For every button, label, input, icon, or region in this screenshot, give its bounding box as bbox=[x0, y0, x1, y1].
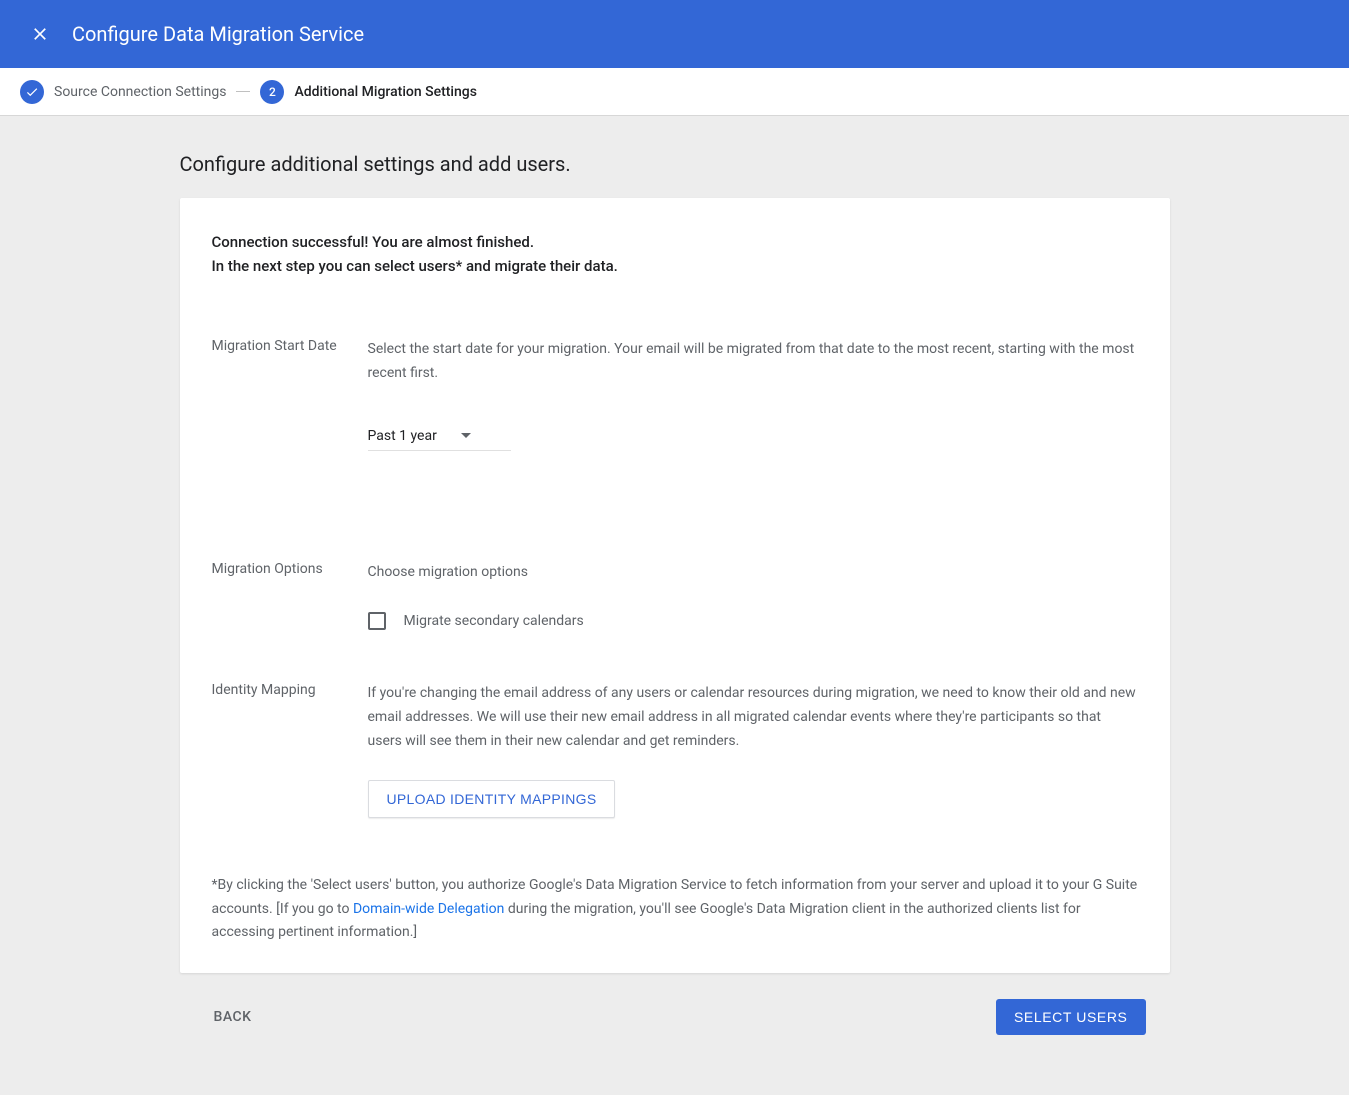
stepper: Source Connection Settings 2 Additional … bbox=[0, 68, 1349, 116]
step-source-connection[interactable]: Source Connection Settings bbox=[20, 80, 226, 104]
options-description: Choose migration options bbox=[368, 561, 1138, 585]
section-label: Migration Start Date bbox=[212, 338, 368, 451]
step-number-badge: 2 bbox=[260, 80, 284, 104]
close-button[interactable] bbox=[20, 14, 60, 54]
step-label: Source Connection Settings bbox=[54, 84, 226, 100]
section-identity-mapping: Identity Mapping If you're changing the … bbox=[212, 682, 1138, 817]
intro-line-2: In the next step you can select users* a… bbox=[212, 254, 1138, 278]
migrate-secondary-calendars-checkbox[interactable] bbox=[368, 612, 386, 630]
select-users-button[interactable]: SELECT USERS bbox=[996, 999, 1146, 1035]
domain-wide-delegation-link[interactable]: Domain-wide Delegation bbox=[353, 901, 504, 917]
section-migration-start-date: Migration Start Date Select the start da… bbox=[212, 338, 1138, 451]
page-body: Configure additional settings and add us… bbox=[180, 116, 1170, 1095]
option-row: Migrate secondary calendars bbox=[368, 612, 1138, 630]
chevron-down-icon bbox=[461, 433, 471, 438]
start-date-select[interactable]: Past 1 year bbox=[368, 422, 511, 451]
intro-line-1: Connection successful! You are almost fi… bbox=[212, 230, 1138, 254]
upload-identity-mappings-button[interactable]: UPLOAD IDENTITY MAPPINGS bbox=[368, 780, 616, 818]
step-label: Additional Migration Settings bbox=[294, 84, 476, 100]
disclaimer-text: *By clicking the 'Select users' button, … bbox=[212, 874, 1138, 945]
close-icon bbox=[30, 24, 50, 44]
settings-card: Connection successful! You are almost fi… bbox=[180, 198, 1170, 973]
section-body: If you're changing the email address of … bbox=[368, 682, 1138, 817]
footer-actions: BACK SELECT USERS bbox=[180, 973, 1170, 1035]
section-label: Migration Options bbox=[212, 561, 368, 631]
start-date-select-wrap: Past 1 year bbox=[368, 422, 511, 451]
section-label: Identity Mapping bbox=[212, 682, 368, 817]
checkbox-label: Migrate secondary calendars bbox=[404, 613, 584, 629]
check-icon bbox=[25, 85, 39, 99]
page-title: Configure additional settings and add us… bbox=[180, 152, 1170, 176]
step-divider bbox=[236, 91, 250, 92]
section-body: Choose migration options Migrate seconda… bbox=[368, 561, 1138, 631]
section-migration-options: Migration Options Choose migration optio… bbox=[212, 561, 1138, 631]
start-date-description: Select the start date for your migration… bbox=[368, 338, 1138, 386]
identity-description: If you're changing the email address of … bbox=[368, 682, 1138, 753]
header-title: Configure Data Migration Service bbox=[72, 22, 364, 46]
select-value: Past 1 year bbox=[368, 428, 437, 444]
step-additional-migration[interactable]: 2 Additional Migration Settings bbox=[260, 80, 476, 104]
back-button[interactable]: BACK bbox=[204, 1001, 262, 1033]
section-body: Select the start date for your migration… bbox=[368, 338, 1138, 451]
app-header: Configure Data Migration Service bbox=[0, 0, 1349, 68]
step-done-badge bbox=[20, 80, 44, 104]
